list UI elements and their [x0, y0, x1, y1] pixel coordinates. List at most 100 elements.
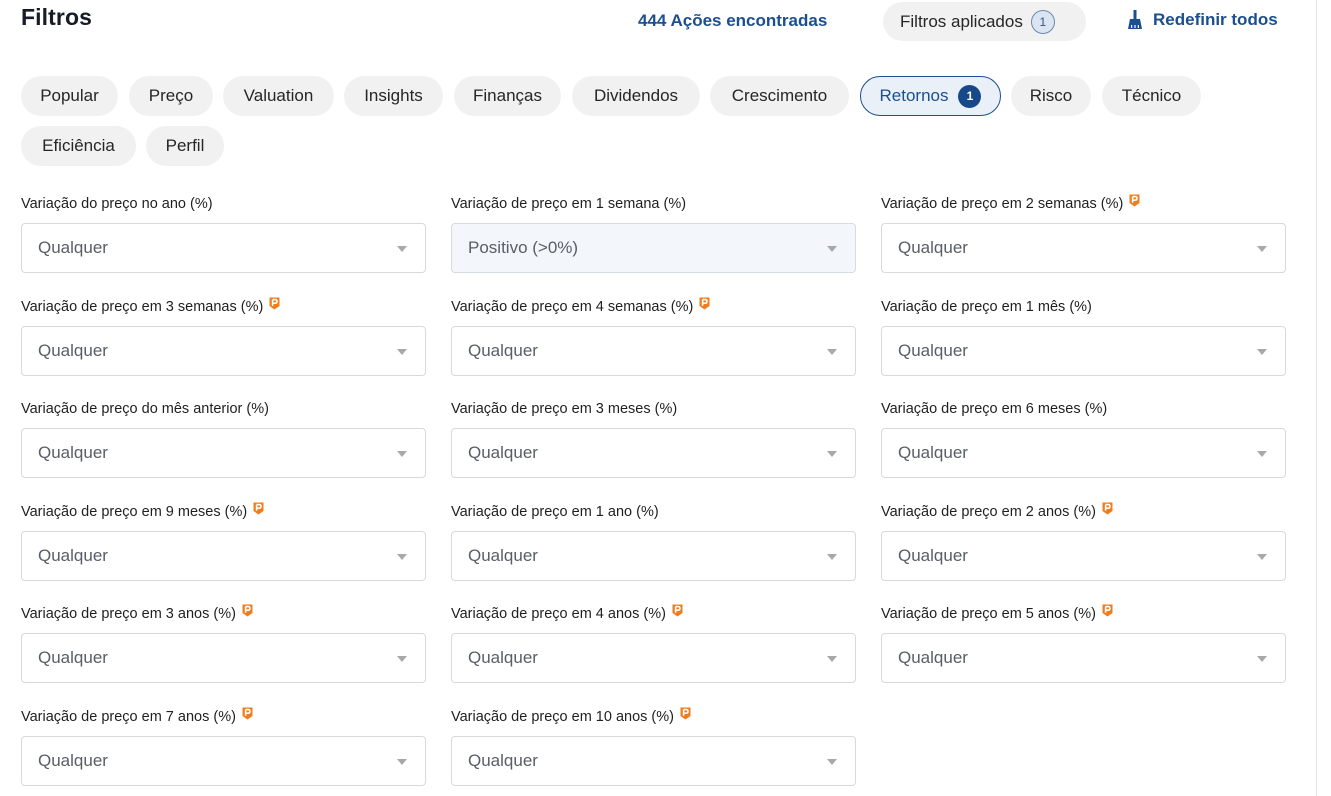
tab-label: Preço [148, 86, 194, 105]
caret-down-icon [827, 451, 837, 457]
filter-select-value: Positivo (>0%) [468, 238, 579, 257]
pro-badge-icon [269, 297, 280, 309]
filter-field-label-text: Variação de preço em 3 anos (%) [21, 606, 236, 622]
filter-select-value: Qualquer [38, 238, 108, 257]
caret-down-icon [1257, 349, 1267, 355]
broom-icon [1128, 10, 1142, 29]
caret-down-icon [397, 554, 407, 560]
filter-select[interactable]: Qualquer [21, 633, 426, 683]
filter-select[interactable]: Qualquer [881, 633, 1286, 683]
filter-select[interactable]: Positivo (>0%) [451, 223, 856, 273]
caret-down-icon [1257, 246, 1267, 252]
filter-select-value: Qualquer [468, 648, 538, 667]
filter-select-value: Qualquer [468, 341, 538, 360]
tab-label: Crescimento [731, 86, 828, 105]
filters-page: Filtros 444 Ações encontradas Filtros ap… [0, 0, 1317, 796]
tab-popular[interactable]: Popular [21, 76, 118, 116]
filter-field: Variação de preço do mês anterior (%) Qua… [21, 399, 426, 478]
filter-select[interactable]: Qualquer [881, 428, 1286, 478]
filter-field-label-text: Variação de preço em 4 anos (%) [451, 606, 666, 622]
filter-field-label: Variação de preço em 9 meses (%) [21, 502, 426, 522]
tab-eficiencia[interactable]: Eficiência [21, 126, 136, 166]
filter-select-value: Qualquer [898, 648, 968, 667]
filter-field-label-text: Variação de preço em 2 semanas (%) [881, 196, 1124, 212]
caret-down-icon [827, 554, 837, 560]
filter-field-label-text: Variação de preço em 1 mês (%) [881, 299, 1092, 315]
tab-label: Popular [40, 86, 99, 105]
filter-select-value: Qualquer [38, 341, 108, 360]
results-count[interactable]: 444 Ações encontradas [638, 11, 827, 31]
tab-label: Eficiência [42, 136, 115, 155]
tab-financas[interactable]: Finanças [454, 76, 561, 116]
filter-field-label: Variação de preço em 7 anos (%) [21, 707, 426, 727]
filter-field-label: Variação de preço em 6 meses (%) [881, 399, 1286, 419]
filter-field-label: Variação de preço em 4 anos (%) [451, 604, 856, 624]
filter-field-label-text: Variação de preço em 9 meses (%) [21, 504, 248, 520]
caret-down-icon [827, 656, 837, 662]
filter-select[interactable]: Qualquer [21, 531, 426, 581]
tab-insights[interactable]: Insights [344, 76, 443, 116]
filter-select-value: Qualquer [468, 546, 538, 565]
filter-field: Variação de preço em 1 mês (%) Qualquer [881, 297, 1286, 376]
filter-field: Variação de preço em 7 anos (%) Qualquer [21, 707, 426, 786]
filter-select[interactable]: Qualquer [21, 223, 426, 273]
filter-select[interactable]: Qualquer [451, 736, 856, 786]
filter-select-value: Qualquer [898, 341, 968, 360]
tab-label: Insights [364, 86, 423, 105]
tab-label: Perfil [165, 136, 205, 155]
caret-down-icon [1257, 554, 1267, 560]
pro-badge-icon [699, 297, 710, 309]
filter-select[interactable]: Qualquer [881, 531, 1286, 581]
filter-field: Variação de preço em 3 anos (%) Qualquer [21, 604, 426, 683]
filter-select-value: Qualquer [898, 238, 968, 257]
tab-retornos-count-badge: 1 [958, 84, 982, 108]
filter-field: Variação de preço em 6 meses (%) Qualquer [881, 399, 1286, 478]
tab-label: Finanças [473, 86, 542, 105]
filter-select[interactable]: Qualquer [451, 428, 856, 478]
filter-select[interactable]: Qualquer [881, 223, 1286, 273]
filter-select[interactable]: Qualquer [881, 326, 1286, 376]
applied-filters-button[interactable]: Filtros aplicados 1 [883, 2, 1086, 41]
pro-badge-icon [242, 707, 253, 719]
tab-perfil[interactable]: Perfil [146, 126, 224, 166]
filter-field-label: Variação de preço em 2 semanas (%) [881, 194, 1286, 214]
filter-field-label: Variação de preço em 3 meses (%) [451, 399, 856, 419]
filter-select-value: Qualquer [898, 443, 968, 462]
filter-field: Variação de preço em 1 semana (%) Positiv… [451, 194, 856, 273]
tab-valuation[interactable]: Valuation [223, 76, 334, 116]
filter-select[interactable]: Qualquer [21, 428, 426, 478]
filter-field-label-text: Variação de preço em 2 anos (%) [881, 504, 1096, 520]
tab-preco[interactable]: Preço [129, 76, 213, 116]
tab-crescimento[interactable]: Crescimento [710, 76, 849, 116]
caret-down-icon [397, 656, 407, 662]
reset-all-button[interactable]: Redefinir todos [1127, 10, 1278, 30]
filter-select[interactable]: Qualquer [451, 633, 856, 683]
reset-all-label: Redefinir todos [1153, 10, 1278, 29]
filter-select[interactable]: Qualquer [451, 531, 856, 581]
filter-select-value: Qualquer [898, 546, 968, 565]
vertical-divider [1316, 0, 1317, 796]
filter-field: Variação de preço em 3 semanas (%) Qualqu… [21, 297, 426, 376]
tab-risco[interactable]: Risco [1011, 76, 1091, 116]
caret-down-icon [827, 246, 837, 252]
tab-retornos[interactable]: Retornos 1 [860, 76, 1001, 116]
filter-field-label: Variação do preço no ano (%) [21, 194, 426, 214]
filter-field-label: Variação de preço em 5 anos (%) [881, 604, 1286, 624]
applied-filters-label: Filtros aplicados [900, 11, 1023, 31]
filter-select[interactable]: Qualquer [21, 736, 426, 786]
filter-field-label-text: Variação de preço do mês anterior (%) [21, 401, 269, 417]
caret-down-icon [397, 349, 407, 355]
tab-tecnico[interactable]: Técnico [1102, 76, 1201, 116]
filter-select-value: Qualquer [38, 546, 108, 565]
filter-select[interactable]: Qualquer [21, 326, 426, 376]
tab-dividendos[interactable]: Dividendos [572, 76, 700, 116]
filter-field-label: Variação de preço em 1 ano (%) [451, 502, 856, 522]
filter-field-label-text: Variação de preço em 6 meses (%) [881, 401, 1108, 417]
filter-field-label-text: Variação de preço em 1 ano (%) [451, 504, 659, 520]
filter-field-label: Variação de preço em 1 semana (%) [451, 194, 856, 214]
caret-down-icon [397, 759, 407, 765]
pro-badge-icon [242, 604, 253, 616]
tab-label: Dividendos [593, 86, 679, 105]
tab-label: Técnico [1121, 86, 1182, 105]
filter-select[interactable]: Qualquer [451, 326, 856, 376]
